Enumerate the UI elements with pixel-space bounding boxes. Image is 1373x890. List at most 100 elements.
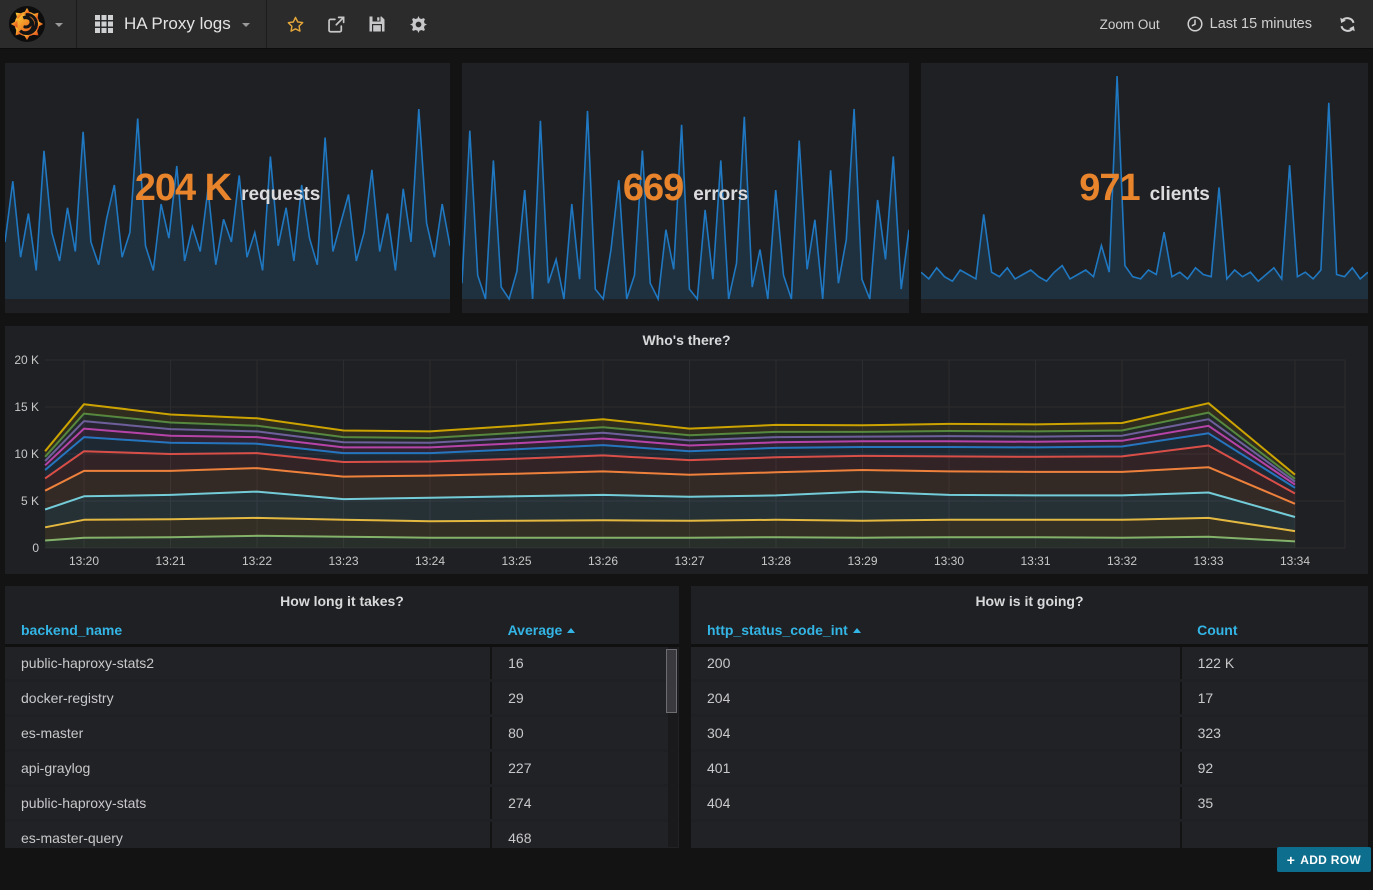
table-row: docker-registry29 bbox=[5, 682, 679, 714]
zoom-out-button[interactable]: Zoom Out bbox=[1100, 17, 1160, 32]
x-axis-tick: 13:28 bbox=[761, 554, 791, 568]
table-cell: es-master-query bbox=[5, 830, 490, 846]
column-header-backend_name[interactable]: backend_name bbox=[5, 622, 492, 638]
share-icon[interactable] bbox=[328, 16, 345, 33]
table-row: public-haproxy-stats216 bbox=[5, 647, 679, 679]
column-header-Average[interactable]: Average bbox=[492, 622, 679, 638]
column-header-label: Count bbox=[1197, 622, 1237, 638]
errors-label: errors bbox=[693, 184, 748, 206]
table-cell: 35 bbox=[1180, 787, 1368, 819]
column-header-Count[interactable]: Count bbox=[1181, 622, 1368, 638]
table-cell: 200 bbox=[691, 655, 1180, 671]
table-cell: public-haproxy-stats bbox=[5, 795, 490, 811]
column-header-label: backend_name bbox=[21, 622, 122, 638]
add-row-button[interactable]: + ADD ROW bbox=[1277, 847, 1371, 872]
table-cell: api-graylog bbox=[5, 760, 490, 776]
x-axis-tick: 13:32 bbox=[1107, 554, 1137, 568]
clients-label: clients bbox=[1150, 184, 1210, 206]
star-icon[interactable] bbox=[287, 16, 304, 33]
grafana-logo-icon bbox=[8, 5, 46, 43]
dashboard-dropdown-caret-icon bbox=[242, 23, 250, 27]
dashboard-grid-icon bbox=[95, 15, 113, 33]
table-panel-title[interactable]: How is it going? bbox=[691, 586, 1368, 616]
table-row: es-master80 bbox=[5, 717, 679, 749]
y-axis-tick: 10 K bbox=[14, 447, 39, 461]
table-cell: 227 bbox=[490, 752, 679, 784]
table-cell: 304 bbox=[691, 725, 1180, 741]
plus-icon: + bbox=[1287, 852, 1295, 868]
gear-icon[interactable] bbox=[410, 16, 427, 33]
table-cell: 122 K bbox=[1180, 647, 1368, 679]
column-header-http_status_code_int[interactable]: http_status_code_int bbox=[691, 622, 1181, 638]
table-panel-how-is-it-going: How is it going? http_status_code_int Cou… bbox=[691, 586, 1368, 848]
requests-label: requests bbox=[241, 184, 320, 206]
x-axis-tick: 13:25 bbox=[501, 554, 531, 568]
save-icon[interactable] bbox=[369, 16, 386, 33]
x-axis-tick: 13:20 bbox=[69, 554, 99, 568]
table-row: 20417 bbox=[691, 682, 1368, 714]
y-axis-tick: 5 K bbox=[21, 494, 39, 508]
dashboard-body: 204 K requests 669 errors 971 clients Wh… bbox=[0, 49, 1373, 890]
table-row: 40192 bbox=[691, 752, 1368, 784]
graph-panel-whos-there: Who's there? 05 K10 K15 K20 K13:2013:211… bbox=[5, 326, 1368, 574]
clock-icon bbox=[1187, 16, 1203, 32]
x-axis-tick: 13:24 bbox=[415, 554, 445, 568]
table-cell: 16 bbox=[490, 647, 679, 679]
table-row bbox=[691, 822, 1368, 848]
add-row-label: ADD ROW bbox=[1300, 853, 1361, 867]
table-row: 200122 K bbox=[691, 647, 1368, 679]
x-axis-tick: 13:22 bbox=[242, 554, 272, 568]
stat-panel-errors: 669 errors bbox=[462, 63, 909, 313]
table-cell bbox=[1180, 822, 1368, 848]
x-axis-tick: 13:23 bbox=[328, 554, 358, 568]
y-axis-tick: 20 K bbox=[14, 353, 39, 367]
table-cell: 274 bbox=[490, 787, 679, 819]
table-cell: 401 bbox=[691, 760, 1180, 776]
y-axis-tick: 15 K bbox=[14, 400, 39, 414]
stat-panel-requests: 204 K requests bbox=[5, 63, 450, 313]
dashboard-title-menu[interactable]: HA Proxy logs bbox=[77, 0, 266, 48]
x-axis-tick: 13:21 bbox=[155, 554, 185, 568]
dashboard-title: HA Proxy logs bbox=[124, 14, 231, 34]
x-axis-tick: 13:27 bbox=[674, 554, 704, 568]
table-row: public-haproxy-stats274 bbox=[5, 787, 679, 819]
x-axis-tick: 13:33 bbox=[1193, 554, 1223, 568]
x-axis-tick: 13:29 bbox=[847, 554, 877, 568]
table-cell: 404 bbox=[691, 795, 1180, 811]
navbar: HA Proxy logs bbox=[0, 0, 1373, 49]
time-range-label: Last 15 minutes bbox=[1210, 16, 1312, 32]
y-axis-tick: 0 bbox=[32, 541, 39, 555]
column-header-label: http_status_code_int bbox=[707, 622, 848, 638]
x-axis-tick: 13:31 bbox=[1020, 554, 1050, 568]
clients-value: 971 bbox=[1079, 167, 1139, 210]
table-cell: 80 bbox=[490, 717, 679, 749]
stat-panel-clients: 971 clients bbox=[921, 63, 1368, 313]
grafana-logo-menu[interactable] bbox=[0, 0, 76, 48]
refresh-icon[interactable] bbox=[1339, 16, 1356, 33]
table-panel-title[interactable]: How long it takes? bbox=[5, 586, 679, 616]
x-axis-tick: 13:30 bbox=[934, 554, 964, 568]
whos-there-chart[interactable]: 0 5 K 10 K 15 K 20 K 13:20 13:21 13:22 13:23 13:2… bbox=[5, 350, 1368, 574]
time-range-picker[interactable]: Last 15 minutes bbox=[1187, 16, 1312, 32]
scrollbar-thumb[interactable] bbox=[666, 649, 677, 713]
requests-value: 204 K bbox=[135, 167, 231, 210]
sort-asc-icon bbox=[853, 628, 861, 633]
table-cell: 204 bbox=[691, 690, 1180, 706]
table-panel-how-long: How long it takes? backend_name Average p… bbox=[5, 586, 679, 848]
table-cell: es-master bbox=[5, 725, 490, 741]
table-row: 304323 bbox=[691, 717, 1368, 749]
table-cell: public-haproxy-stats2 bbox=[5, 655, 490, 671]
table-cell: 92 bbox=[1180, 752, 1368, 784]
table-row: es-master-query468 bbox=[5, 822, 679, 848]
x-axis-tick: 13:34 bbox=[1280, 554, 1310, 568]
x-axis-tick: 13:26 bbox=[588, 554, 618, 568]
errors-value: 669 bbox=[623, 167, 683, 210]
table-cell: 468 bbox=[490, 822, 679, 848]
column-header-label: Average bbox=[508, 622, 563, 638]
sort-asc-icon bbox=[567, 628, 575, 633]
table-cell: docker-registry bbox=[5, 690, 490, 706]
logo-dropdown-caret-icon bbox=[55, 23, 63, 27]
table-row: 40435 bbox=[691, 787, 1368, 819]
table-cell: 323 bbox=[1180, 717, 1368, 749]
table-row: api-graylog227 bbox=[5, 752, 679, 784]
